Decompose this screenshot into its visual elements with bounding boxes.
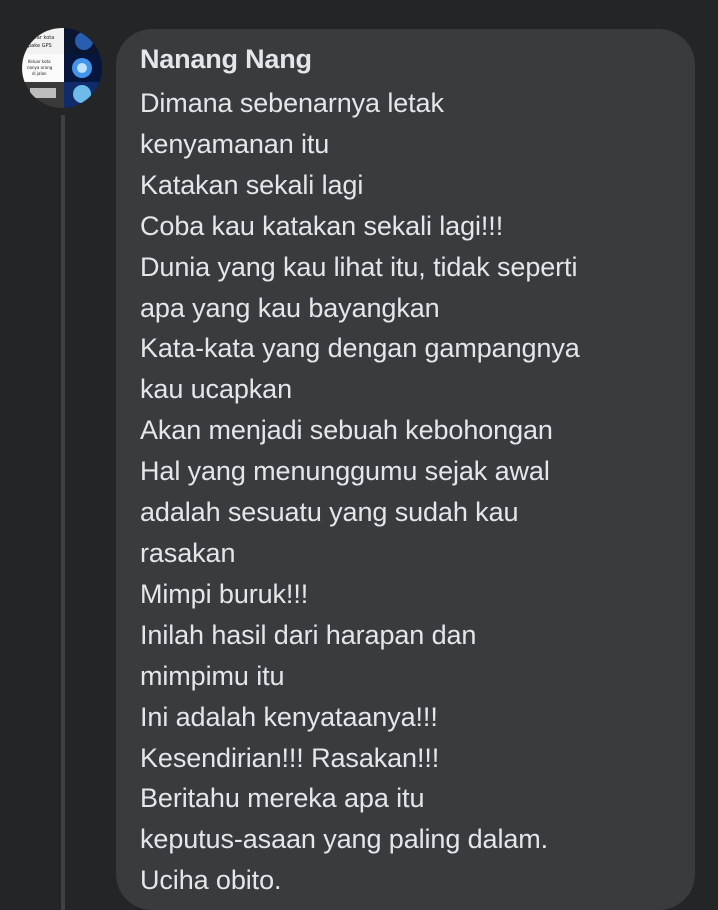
comment-text-line: Inilah hasil dari harapan dan [140,619,477,650]
avatar-caption-bottom-1: Keluar kota [28,59,51,64]
comment-text-line: Katakan sekali lagi [140,169,364,200]
comment-author-name[interactable]: Nanang Nang [140,42,685,76]
comment-text-line: Coba kau katakan sekali lagi!!! [140,210,504,241]
comment-text-line: Kesendirian!!! Rasakan!!! [140,742,440,773]
comment-bubble: Nanang Nang Dimana sebenarnya letak kenya… [116,29,695,910]
comment-text-line: Dunia yang kau lihat itu, tidak seperti [140,251,578,282]
comment-text-line: Dimana sebenarnya letak [140,88,444,118]
comment-text-line: keputus-asaan yang paling dalam. [140,824,549,855]
comment-text-line: Akan menjadi sebuah kebohongan [140,415,553,446]
avatar-meme-image: ...ar kota pake GPS Keluar kota nanya or… [22,28,102,108]
avatar-caption-bottom-3: di jalan [32,71,47,76]
avatar-caption-top-1: ...ar kota [32,35,54,41]
avatar[interactable]: ...ar kota pake GPS Keluar kota nanya or… [22,28,102,108]
comment-text-line: Mimpi buruk!!! [140,578,309,609]
comment-text: Dimana sebenarnya letak kenyamanan itu Kat… [140,83,685,901]
comment-text-line: kau ucapkan [140,374,293,405]
comment-text-line: apa yang kau bayangkan [140,292,440,323]
avatar-caption-bottom-2: nanya orang [27,65,53,70]
comment-text-line: rasakan [140,537,236,568]
thread-line [61,115,65,910]
comment-text-line: Kata-kata yang dengan gampangnya [140,333,580,364]
comment-text-line: Ini adalah kenyataanya!!! [140,701,438,732]
comment-text-line: Beritahu mereka apa itu [140,783,425,814]
comment-text-line: adalah sesuatu yang sudah kau [140,497,519,528]
comment-text-line: Hal yang menunggumu sejak awal [140,456,550,487]
comment-text-line: kenyamanan itu [140,128,330,159]
comment-text-line: mimpimu itu [140,660,285,691]
avatar-caption-top-2: pake GPS [28,43,52,49]
comment-text-line: Uciha obito. [140,865,282,896]
